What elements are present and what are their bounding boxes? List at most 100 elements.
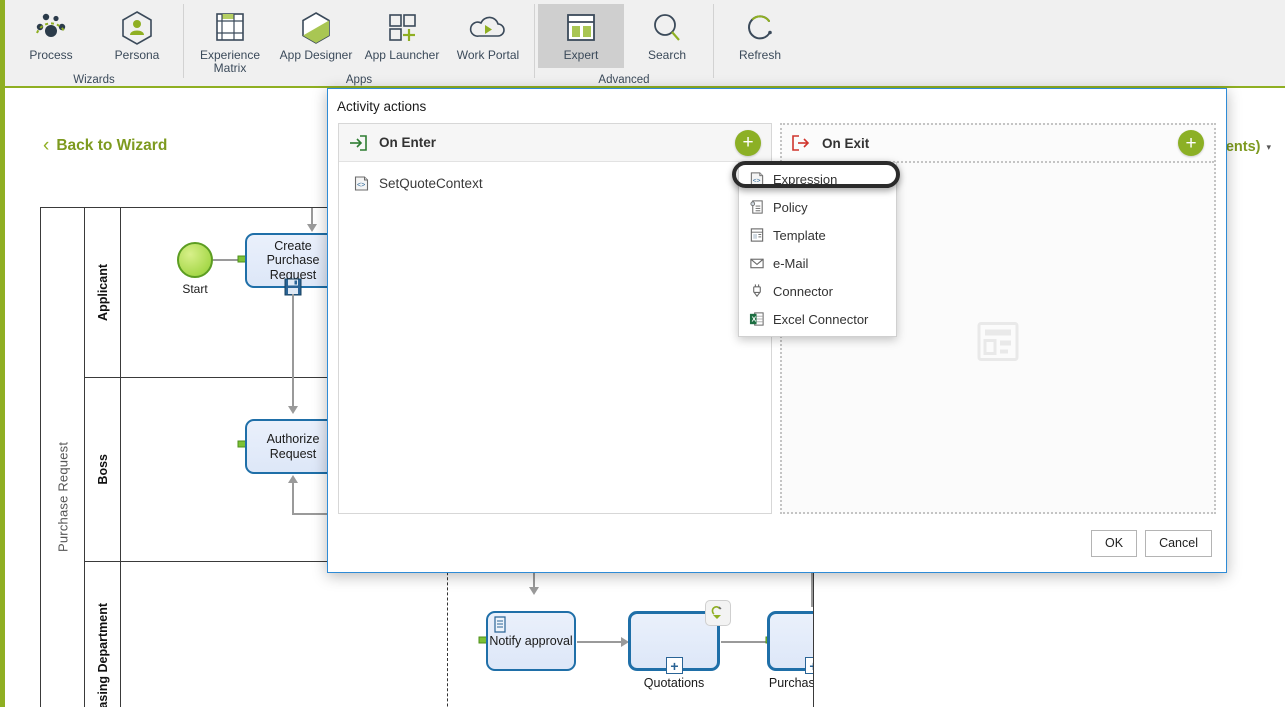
ribbon-button-persona[interactable]: Persona xyxy=(94,4,180,68)
ribbon-group-refresh: Refresh xyxy=(717,0,803,88)
on-enter-arrow-icon xyxy=(349,134,367,151)
refresh-icon xyxy=(744,9,776,47)
policy-icon xyxy=(749,199,765,215)
on-enter-header: On Enter + xyxy=(339,124,771,162)
dropdown-item-label: Connector xyxy=(773,283,833,299)
ribbon-button-label: Experience Matrix xyxy=(199,48,261,75)
lane-header: Purchasing Department xyxy=(85,562,121,707)
arrowhead-icon xyxy=(288,406,298,414)
ribbon-button-label: Work Portal xyxy=(456,48,520,62)
ribbon-separator xyxy=(534,4,535,78)
ribbon-group-wizards: Process Persona Wizards xyxy=(8,0,180,88)
header-right-label: ents) xyxy=(1225,139,1261,155)
connector-segment xyxy=(292,294,294,380)
expert-icon xyxy=(563,9,599,47)
task-label: Create Purchase Request xyxy=(266,238,320,282)
connector-segment xyxy=(292,378,294,408)
app-designer-icon xyxy=(299,9,333,47)
dropdown-item-connector[interactable]: Connector xyxy=(739,277,896,305)
expression-icon: <> xyxy=(749,171,765,187)
ribbon-button-label: Persona xyxy=(114,48,160,62)
ribbon-group-advanced: Expert Search Advanced xyxy=(538,0,710,88)
app-launcher-icon xyxy=(384,9,420,47)
dropdown-item-template[interactable]: Template xyxy=(739,221,896,249)
ribbon-group-label: Advanced xyxy=(598,74,650,86)
pool-label: Purchase Request xyxy=(55,441,71,553)
pool-header: Purchase Request xyxy=(41,208,85,707)
svg-text:<>: <> xyxy=(753,177,761,184)
ribbon-button-label: Search xyxy=(647,48,687,62)
on-enter-list: <> SetQuoteContext xyxy=(339,162,771,513)
connector-segment xyxy=(721,641,767,643)
ribbon-group-label: Wizards xyxy=(73,74,115,86)
header-right-dropdown[interactable]: ents) ▾ xyxy=(1226,139,1271,155)
connector-icon xyxy=(749,283,765,299)
ok-button[interactable]: OK xyxy=(1091,529,1138,557)
on-exit-header: On Exit + xyxy=(782,125,1214,163)
dialog-title: Activity actions xyxy=(328,89,1226,123)
on-enter-add-button[interactable]: + xyxy=(735,129,761,156)
subprocess-expand-icon[interactable]: + xyxy=(805,657,813,674)
dropdown-item-excel-connector[interactable]: X Excel Connector xyxy=(739,305,896,333)
back-to-wizard-link[interactable]: ‹ Back to Wizard xyxy=(43,136,167,155)
search-icon xyxy=(650,9,684,47)
expression-icon: <> xyxy=(353,175,370,192)
start-event[interactable] xyxy=(177,242,213,278)
dropdown-item-expression[interactable]: <> Expression xyxy=(739,165,896,193)
ribbon-button-label: App Designer xyxy=(279,48,353,62)
ribbon-button-label: Expert xyxy=(563,48,599,62)
on-exit-add-button[interactable]: + xyxy=(1178,130,1204,156)
svg-text:<>: <> xyxy=(357,182,365,189)
on-exit-arrow-icon xyxy=(792,135,810,151)
connector-segment xyxy=(577,641,623,643)
ribbon-toolbar: Process Persona Wizards Experience Matri… xyxy=(0,0,1285,88)
plug-icon xyxy=(711,606,722,619)
ribbon-group-apps: Experience Matrix App Designer App Launc… xyxy=(187,0,531,88)
dropdown-item-label: Template xyxy=(773,227,826,243)
ribbon-button-app-designer[interactable]: App Designer xyxy=(273,4,359,68)
work-portal-icon xyxy=(468,9,508,47)
experience-matrix-icon xyxy=(212,9,248,47)
lane-header: Applicant xyxy=(85,208,121,377)
process-icon xyxy=(33,9,69,47)
dropdown-item-label: Policy xyxy=(773,199,808,215)
ribbon-button-search[interactable]: Search xyxy=(624,4,710,68)
lane-label: Applicant xyxy=(95,264,110,321)
dropdown-item-label: Excel Connector xyxy=(773,311,869,327)
dropdown-item-email[interactable]: e-Mail xyxy=(739,249,896,277)
ribbon-button-app-launcher[interactable]: App Launcher xyxy=(359,4,445,68)
subprocess-label: Purchase Order xyxy=(768,676,813,690)
lane-header: Boss xyxy=(85,378,121,561)
email-icon xyxy=(749,255,765,271)
ribbon-button-process[interactable]: Process xyxy=(8,4,94,68)
arrowhead-icon xyxy=(529,587,539,595)
ribbon-button-expert[interactable]: Expert xyxy=(538,4,624,68)
connector-badge-quotations[interactable] xyxy=(705,600,731,626)
ribbon-button-experience-matrix[interactable]: Experience Matrix xyxy=(187,4,273,75)
start-event-label: Start xyxy=(182,282,208,296)
ribbon-separator xyxy=(713,4,714,78)
template-icon xyxy=(749,227,765,243)
dropdown-item-policy[interactable]: Policy xyxy=(739,193,896,221)
subprocess-expand-icon[interactable]: + xyxy=(666,657,683,674)
cancel-button[interactable]: Cancel xyxy=(1145,529,1212,557)
ribbon-button-label: Process xyxy=(29,48,73,62)
dropdown-item-label: Expression xyxy=(773,171,838,187)
on-exit-title: On Exit xyxy=(822,135,870,151)
dialog-footer: OK Cancel xyxy=(328,514,1226,572)
ribbon-separator xyxy=(183,4,184,78)
action-item-label: SetQuoteContext xyxy=(379,176,483,191)
empty-state-placeholder-icon xyxy=(976,320,1020,369)
script-task-marker-icon xyxy=(493,616,508,639)
chevron-down-icon: ▾ xyxy=(1266,141,1271,152)
app-root: Process Persona Wizards Experience Matri… xyxy=(0,0,1285,707)
action-item-setquotecontext[interactable]: <> SetQuoteContext xyxy=(339,170,771,197)
ribbon-button-refresh[interactable]: Refresh xyxy=(717,4,803,68)
ribbon-button-label: App Launcher xyxy=(364,48,440,62)
dropdown-item-label: e-Mail xyxy=(773,255,809,271)
ribbon-button-work-portal[interactable]: Work Portal xyxy=(445,4,531,68)
on-enter-panel: On Enter + <> SetQuoteContext xyxy=(338,123,772,514)
ribbon-button-label: Refresh xyxy=(738,48,782,62)
ribbon-group-label: Apps xyxy=(345,74,373,86)
persona-icon xyxy=(120,9,154,47)
